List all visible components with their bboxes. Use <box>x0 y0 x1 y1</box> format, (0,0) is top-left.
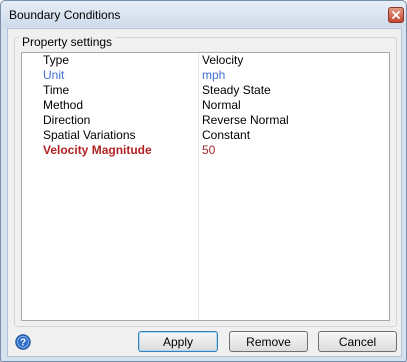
remove-button[interactable]: Remove <box>229 331 308 352</box>
boundary-conditions-dialog: Boundary Conditions Property settings Ty… <box>0 0 407 362</box>
close-button[interactable] <box>388 7 404 23</box>
dialog-body: Property settings Type Velocity Unit mph… <box>7 28 402 357</box>
property-name: Direction <box>43 113 91 127</box>
property-name: Velocity Magnitude <box>43 143 152 157</box>
property-value[interactable]: Velocity <box>202 53 243 68</box>
property-name: Unit <box>43 68 65 82</box>
property-value[interactable]: mph <box>202 68 225 83</box>
group-label: Property settings <box>19 35 116 49</box>
button-bar: ? Apply Remove Cancel <box>8 328 401 356</box>
help-icon-graphic: ? <box>15 334 31 350</box>
property-row-direction[interactable]: Direction Reverse Normal <box>22 113 389 128</box>
property-value[interactable]: 50 <box>202 143 215 158</box>
property-value[interactable]: Reverse Normal <box>202 113 289 128</box>
title-bar[interactable]: Boundary Conditions <box>1 1 406 27</box>
property-row-time[interactable]: Time Steady State <box>22 83 389 98</box>
svg-text:?: ? <box>20 338 26 349</box>
property-name: Type <box>43 53 70 67</box>
property-value[interactable]: Normal <box>202 98 241 113</box>
property-name: Spatial Variations <box>43 128 136 142</box>
property-row-unit[interactable]: Unit mph <box>22 68 389 83</box>
close-icon <box>392 11 400 19</box>
property-row-type[interactable]: Type Velocity <box>22 53 389 68</box>
property-grid: Type Velocity Unit mph Time Steady State… <box>21 52 390 321</box>
property-row-spatial-variations[interactable]: Spatial Variations Constant <box>22 128 389 143</box>
property-name: Method <box>43 98 84 112</box>
property-name: Time <box>43 83 70 97</box>
window-title: Boundary Conditions <box>9 8 121 22</box>
property-value[interactable]: Steady State <box>202 83 271 98</box>
property-row-velocity-magnitude[interactable]: Velocity Magnitude 50 <box>22 143 389 158</box>
apply-button[interactable]: Apply <box>138 331 218 352</box>
property-value[interactable]: Constant <box>202 128 250 143</box>
property-row-method[interactable]: Method Normal <box>22 98 389 113</box>
property-settings-group: Property settings Type Velocity Unit mph… <box>14 35 397 327</box>
cancel-button[interactable]: Cancel <box>318 331 397 352</box>
help-icon[interactable]: ? <box>15 334 31 350</box>
